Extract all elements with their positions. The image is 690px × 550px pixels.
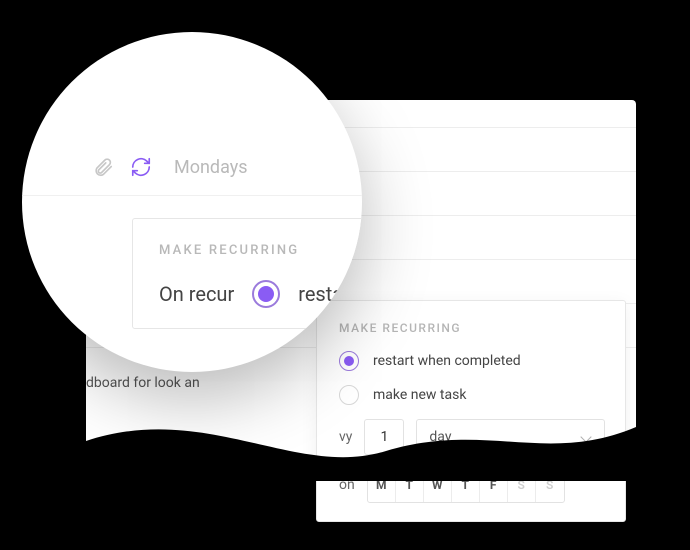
on-label: on	[339, 477, 355, 493]
every-row: vy day	[339, 419, 605, 455]
option-new-task-label: make new task	[373, 386, 605, 404]
paperclip-icon[interactable]	[92, 156, 114, 178]
option-restart[interactable]: restart when completed	[339, 351, 605, 371]
popup-title: MAKE RECURRING	[339, 321, 605, 335]
magnifier-loupe: Mondays MAKE RECURRING On recur resta	[22, 32, 362, 372]
on-days-row: on M T W T F S S	[339, 467, 605, 503]
day-mon[interactable]: M	[368, 468, 396, 502]
option-new-task[interactable]: make new task	[339, 385, 605, 405]
day-fri[interactable]: F	[480, 468, 508, 502]
day-wed[interactable]: W	[424, 468, 452, 502]
loupe-option-selected-fragment: resta	[298, 282, 343, 306]
option-restart-label: restart when completed	[373, 352, 605, 370]
loupe-radio-selected[interactable]	[252, 280, 280, 308]
radio-new-task[interactable]	[339, 385, 359, 405]
day-sun[interactable]: S	[536, 468, 564, 502]
chevron-down-icon	[582, 432, 592, 442]
every-unit-value: day	[429, 429, 451, 445]
task-title-fragment: dboard for look an	[86, 375, 200, 391]
loupe-option-row: On recur resta	[159, 280, 362, 308]
days-picker[interactable]: M T W T F S S	[367, 467, 565, 503]
make-recurring-popup: MAKE RECURRING restart when completed ma…	[316, 300, 626, 522]
day-tue[interactable]: T	[396, 468, 424, 502]
day-thu[interactable]: T	[452, 468, 480, 502]
day-sat[interactable]: S	[508, 468, 536, 502]
every-count-input[interactable]	[364, 419, 404, 455]
recurrence-day-label: Mondays	[174, 157, 248, 178]
loupe-popup: MAKE RECURRING On recur resta	[132, 218, 362, 329]
loupe-option-prefix: On recur	[159, 282, 234, 306]
every-fragment-label: vy	[339, 429, 352, 445]
recurrence-icon[interactable]	[130, 156, 152, 178]
loupe-popup-title: MAKE RECURRING	[159, 243, 362, 258]
loupe-header: Mondays	[92, 156, 248, 178]
every-unit-select[interactable]: day	[416, 419, 605, 455]
